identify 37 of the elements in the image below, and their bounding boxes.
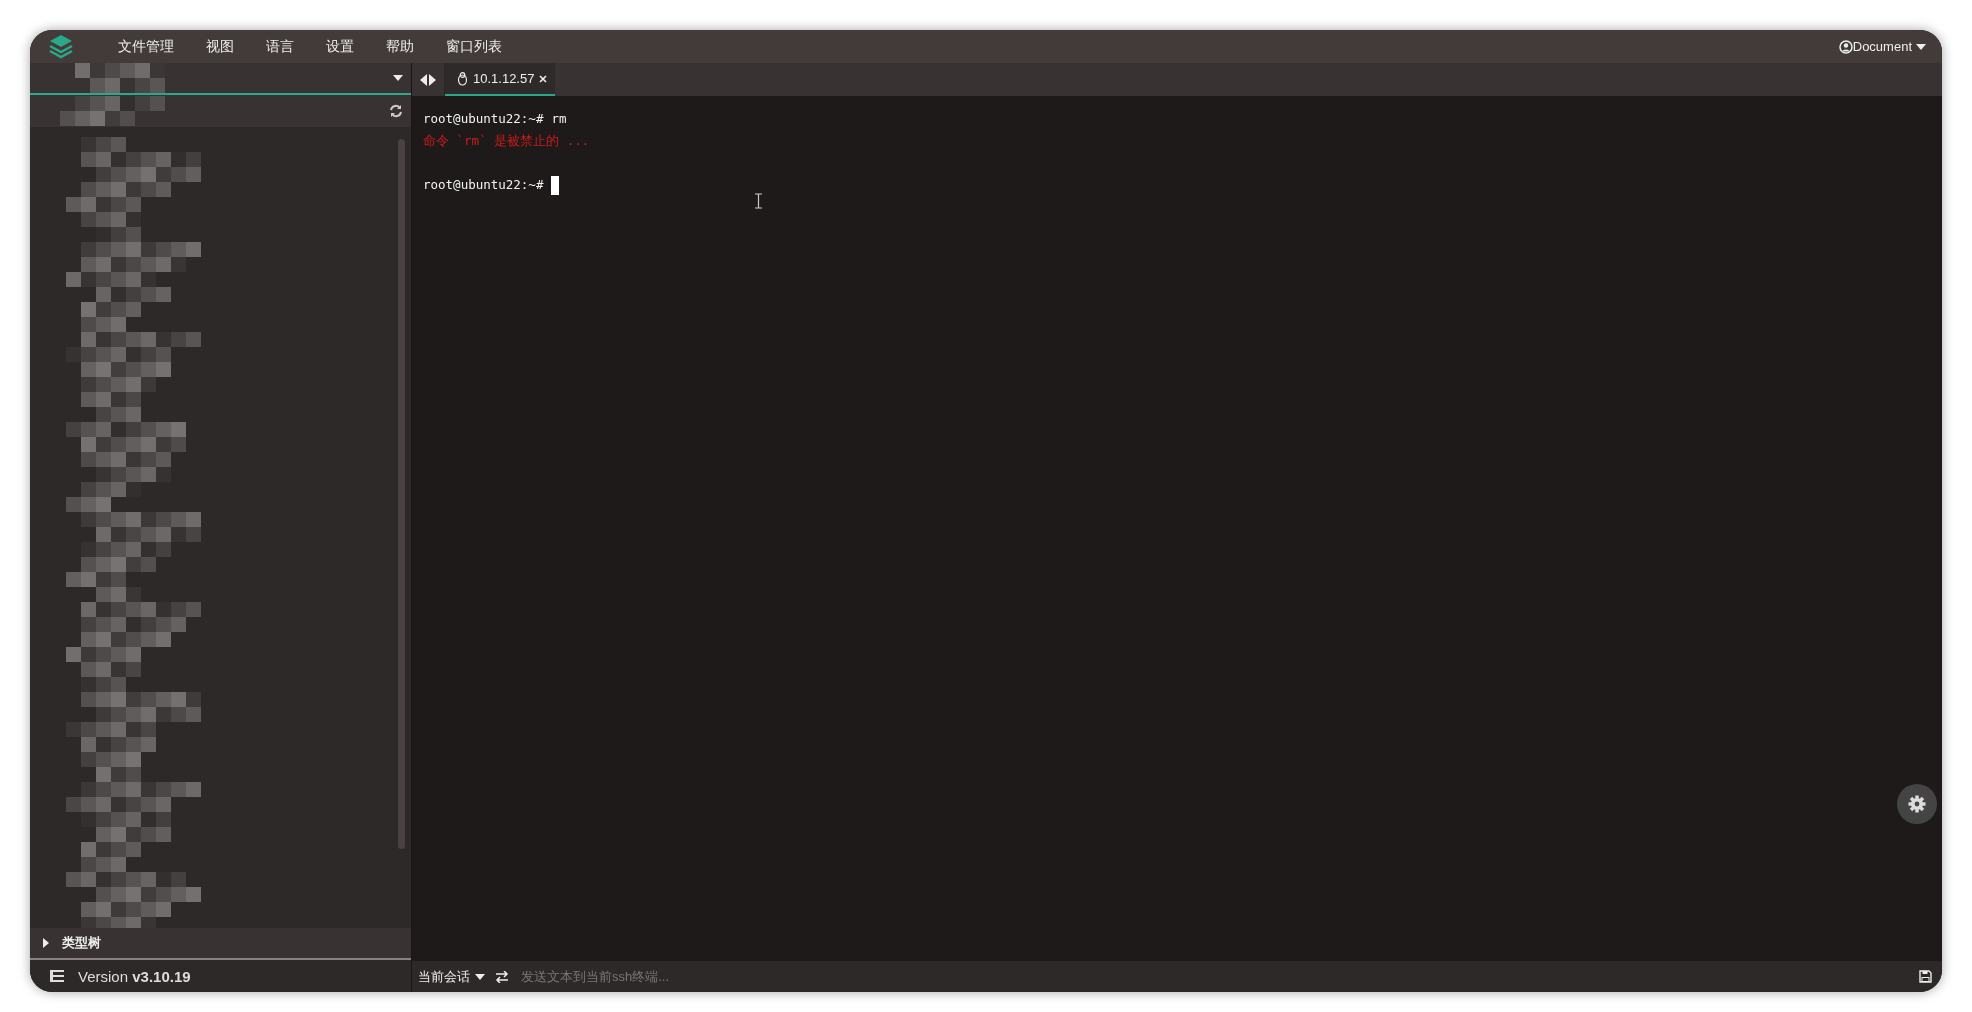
version-label: Version v3.10.19 — [78, 967, 191, 985]
caret-icon — [393, 75, 403, 81]
menu-item[interactable]: 窗口列表 — [430, 37, 518, 56]
terminal-prompt: root@ubuntu22:~# — [423, 110, 544, 128]
settings-icon — [1908, 795, 1926, 813]
error-message: 命令 `rm` 是被禁止的 ... — [423, 132, 590, 150]
menu-item[interactable]: 视图 — [190, 37, 250, 56]
session-tab[interactable]: 10.1.12.57 — [445, 63, 556, 96]
back-icon[interactable] — [420, 73, 427, 86]
logo-icon — [48, 33, 74, 60]
send-text-field[interactable]: 发送文本到当前ssh终端... — [519, 968, 1909, 985]
list-icon — [50, 970, 64, 982]
caret-right-icon — [42, 938, 50, 948]
send-bar[interactable]: 当前会话 发送文本到当前ssh终端... — [412, 961, 1942, 992]
terminal-prompt: root@ubuntu22:~# — [423, 176, 544, 194]
close-icon[interactable] — [539, 74, 548, 83]
caret-icon — [475, 973, 485, 980]
caret-icon — [1916, 43, 1926, 50]
user-icon — [1838, 39, 1853, 54]
menu-item[interactable]: 设置 — [310, 37, 370, 56]
menu-item[interactable]: 帮助 — [370, 37, 430, 56]
text-cursor-icon — [755, 193, 762, 209]
settings-button[interactable] — [1897, 784, 1937, 824]
refresh-icon[interactable] — [389, 104, 403, 118]
user-menu[interactable]: Document — [1852, 39, 1912, 54]
session-dropdown[interactable]: 当前会话 — [418, 967, 485, 986]
menu-item[interactable]: 语言 — [250, 37, 310, 56]
terminal[interactable]: root@ubuntu22:~# rm 命令 `rm` 是被禁止的 ... root@ubuntu22:~# — [412, 96, 1942, 961]
scrollbar[interactable] — [398, 139, 405, 849]
forward-icon[interactable] — [429, 73, 436, 86]
text-cursor — [551, 175, 560, 195]
swap-icon[interactable] — [495, 970, 509, 983]
section-label: 类型树 — [62, 934, 101, 952]
terminal-command: rm — [551, 110, 567, 128]
tree-section[interactable]: 类型树 — [30, 928, 411, 960]
save-icon[interactable] — [1919, 970, 1932, 983]
menu-item[interactable]: 文件管理 — [102, 37, 190, 56]
